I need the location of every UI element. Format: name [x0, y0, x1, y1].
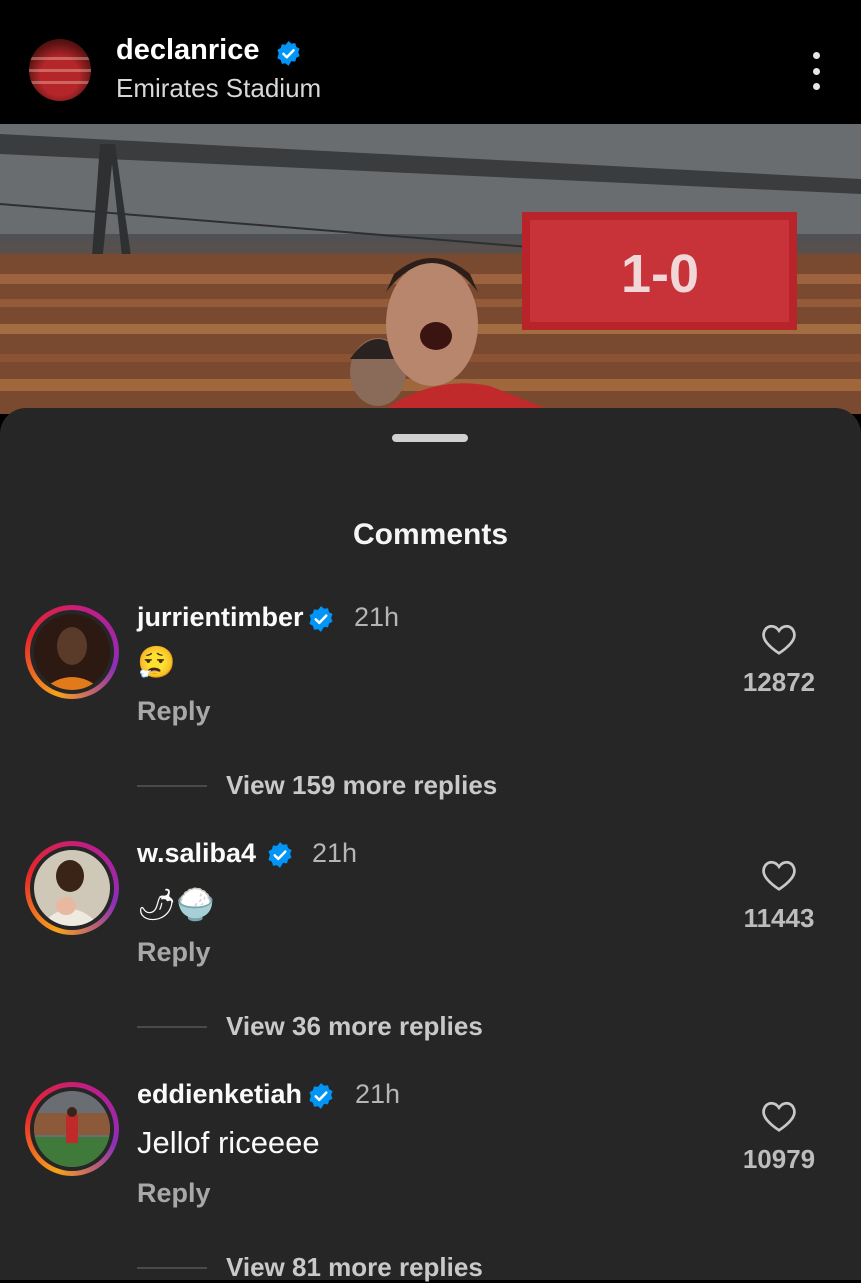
replies-divider [137, 1026, 207, 1028]
reply-button[interactable]: Reply [137, 1178, 211, 1209]
comment-username[interactable]: w.saliba4 [137, 838, 256, 869]
view-more-replies[interactable]: View 159 more replies [226, 770, 497, 801]
comment-time: 21h [354, 602, 400, 632]
scoreboard-text: 1-0 [621, 244, 699, 304]
post-location[interactable]: Emirates Stadium [116, 73, 321, 104]
view-more-replies[interactable]: View 81 more replies [226, 1252, 483, 1283]
drag-handle[interactable] [392, 434, 468, 442]
heart-icon[interactable] [761, 1099, 797, 1133]
comment-username[interactable]: eddienketiah [137, 1079, 302, 1110]
post-header: declanrice Emirates Stadium [0, 0, 861, 124]
reply-button[interactable]: Reply [137, 696, 211, 727]
comment-text: 🌶🍚 [137, 887, 215, 923]
replies-divider [137, 1267, 207, 1269]
avatar [34, 614, 110, 690]
reply-button[interactable]: Reply [137, 937, 211, 968]
verified-badge-icon [309, 606, 333, 632]
story-ring[interactable] [25, 605, 119, 699]
comments-sheet: Comments jurrientimber 21h 😮‍💨 Reply 128… [0, 408, 861, 1283]
avatar [34, 850, 110, 926]
post-username[interactable]: declanrice [116, 34, 259, 67]
more-options-icon[interactable] [805, 52, 827, 90]
verified-badge-icon [277, 41, 300, 66]
verified-badge-icon [268, 842, 292, 868]
story-ring[interactable] [25, 841, 119, 935]
replies-divider [137, 785, 207, 787]
profile-avatar[interactable] [29, 39, 91, 101]
like-count: 12872 [742, 667, 816, 697]
verified-badge-icon [309, 1083, 333, 1109]
comment-time: 21h [355, 1079, 401, 1109]
like-count: 11443 [743, 903, 815, 933]
comments-title: Comments [352, 518, 509, 551]
heart-icon[interactable] [761, 622, 797, 656]
view-more-replies[interactable]: View 36 more replies [226, 1011, 483, 1042]
story-ring[interactable] [25, 1082, 119, 1176]
like-count: 10979 [742, 1144, 816, 1174]
post-photo[interactable]: 1-0 [0, 124, 861, 414]
heart-icon[interactable] [761, 858, 797, 892]
comment-time: 21h [312, 838, 358, 868]
avatar [34, 1091, 110, 1167]
comment-username[interactable]: jurrientimber [137, 602, 304, 633]
comment-text: Jellof riceeee [137, 1125, 320, 1160]
comment-text: 😮‍💨 [137, 645, 176, 681]
